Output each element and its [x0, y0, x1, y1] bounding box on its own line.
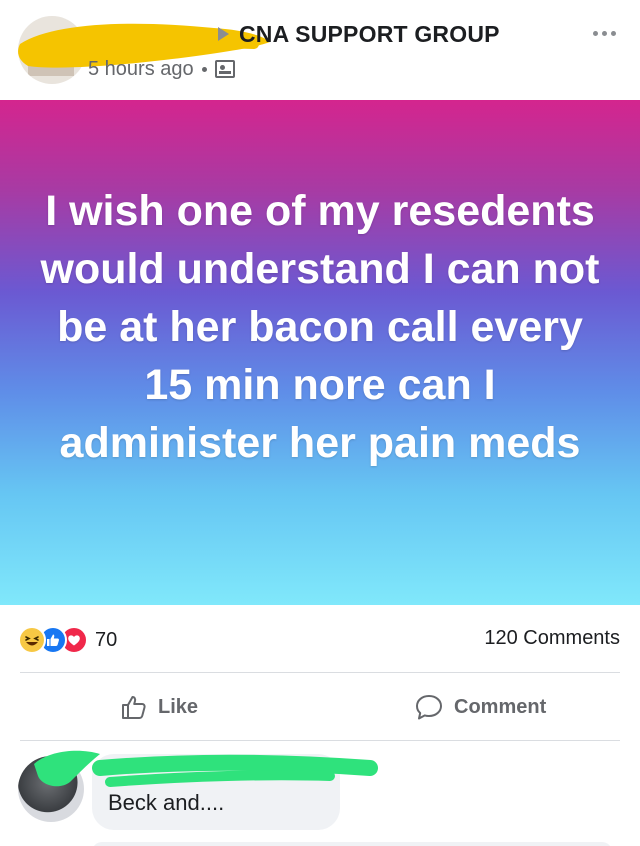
- more-dot: [610, 30, 616, 36]
- comment-item: Beck and....: [0, 742, 640, 846]
- group-members-icon: [214, 60, 235, 78]
- post-background: I wish one of my resedents would underst…: [0, 100, 640, 605]
- speech-bubble-icon: [416, 695, 442, 720]
- arrow-right-icon: [218, 27, 229, 41]
- more-options-button[interactable]: [584, 20, 624, 46]
- post-timestamp[interactable]: 5 hours ago: [88, 58, 194, 81]
- more-dots-icon: [592, 30, 598, 36]
- haha-reaction-icon: [18, 626, 46, 654]
- next-comment-bubble: [92, 842, 612, 846]
- post-meta: 5 hours ago: [88, 56, 235, 82]
- comment-button[interactable]: Comment: [414, 688, 546, 726]
- thumbs-up-icon: [122, 696, 146, 719]
- post-body-text: I wish one of my resedents would underst…: [40, 186, 600, 467]
- comment-button-label: Comment: [454, 695, 547, 718]
- divider: [20, 672, 620, 673]
- like-button[interactable]: Like: [120, 688, 198, 726]
- reactions-summary: 70 120 Comments: [0, 606, 640, 672]
- dot-separator: [201, 66, 207, 72]
- reaction-count: 70: [95, 628, 118, 651]
- author-group-line: CNA SUPPORT GROUP: [218, 20, 500, 48]
- comment-text: Beck and....: [108, 790, 225, 815]
- comments-count-link[interactable]: 120 Comments: [484, 627, 620, 650]
- group-name-link[interactable]: CNA SUPPORT GROUP: [239, 21, 500, 48]
- reactions-button[interactable]: 70: [18, 626, 117, 654]
- more-dot: [601, 30, 607, 36]
- post-header: CNA SUPPORT GROUP 5 hours ago: [0, 0, 640, 98]
- like-button-label: Like: [158, 695, 199, 718]
- divider: [20, 740, 620, 741]
- action-bar: Like Comment: [0, 674, 640, 740]
